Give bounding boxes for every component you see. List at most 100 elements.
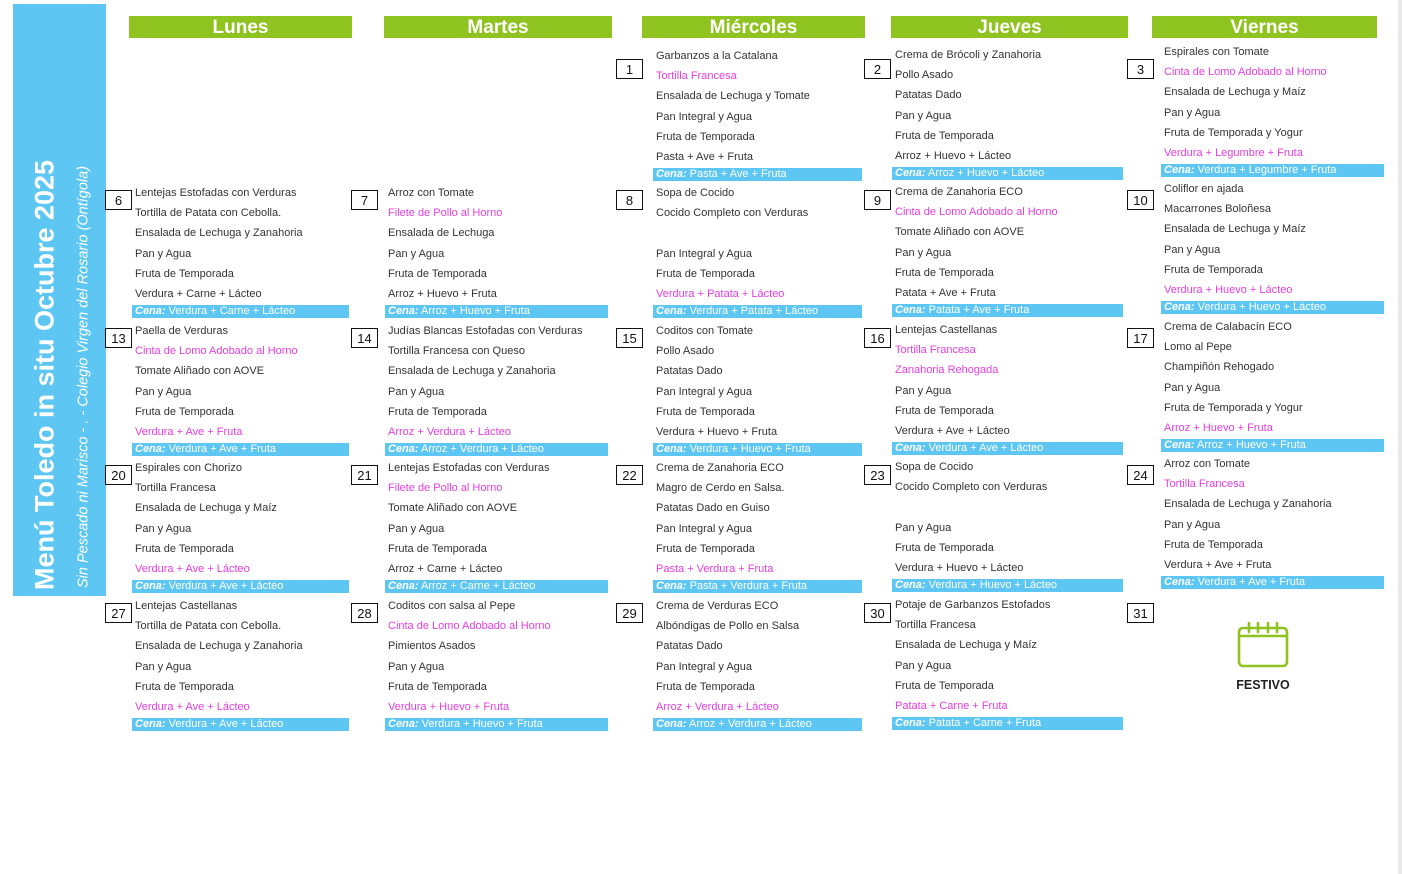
- cena-text: Verdura + Ave + Fruta: [1197, 576, 1306, 588]
- menu-item: Fruta de Temporada: [656, 267, 755, 280]
- day-number: 15: [616, 328, 643, 348]
- day-number: 31: [1127, 603, 1154, 623]
- day-number: 3: [1127, 59, 1154, 79]
- menu-item: Tortilla de Patata con Cebolla.: [135, 620, 282, 633]
- menu-item: Coditos con salsa al Pepe: [388, 600, 516, 612]
- cena-label: Cena:: [135, 305, 166, 317]
- menu-item: Arroz + Huevo + Fruta: [1164, 422, 1273, 434]
- cena-text: Arroz + Carne + Lácteo: [421, 580, 536, 592]
- menu-item: Pan y Agua: [388, 522, 445, 535]
- header-viernes: Viernes: [1152, 16, 1377, 38]
- menu-item: Arroz con Tomate: [1164, 458, 1251, 470]
- menu-item: Ensalada de Lechuga: [388, 227, 495, 240]
- menu-item: Fruta de Temporada: [388, 680, 487, 693]
- cena-label: Cena:: [1164, 439, 1195, 451]
- menu-item: Fruta de Temporada y Yogur: [1164, 401, 1303, 414]
- cena-label: Cena:: [388, 305, 419, 317]
- menu-item: Verdura + Ave + Fruta: [135, 426, 243, 438]
- menu-item: Verdura + Ave + Lácteo: [135, 701, 250, 713]
- day-number: 27: [105, 603, 132, 623]
- menu-item: Cinta de Lomo Adobado al Horno: [895, 206, 1058, 219]
- menu-item: Pan y Agua: [388, 385, 445, 398]
- festivo-marker: FESTIVO: [1233, 621, 1293, 692]
- day-number: 20: [105, 465, 132, 485]
- cena-label: Cena:: [1164, 301, 1195, 313]
- menu-item: Espirales con Tomate: [1164, 46, 1269, 58]
- cena-text: Patata + Carne + Fruta: [928, 717, 1042, 729]
- menu-item: Ensalada de Lechuga y Zanahoria: [1164, 498, 1332, 511]
- cena-text: Verdura + Carne + Lácteo: [168, 305, 296, 317]
- menu-item: Cocido Completo con Verduras: [656, 207, 809, 220]
- menu-item: Fruta de Temporada: [388, 542, 487, 555]
- menu-item: Ensalada de Lechuga y Maíz: [135, 502, 277, 515]
- menu-item: Fruta de Temporada: [656, 130, 755, 143]
- menu-item: Fruta de Temporada: [135, 267, 234, 280]
- scrollbar[interactable]: [1398, 0, 1402, 874]
- cena-label: Cena:: [895, 442, 926, 454]
- menu-item: Arroz con Tomate: [388, 187, 475, 199]
- menu-item: Pan y Agua: [895, 521, 952, 534]
- menu-item: Pan y Agua: [135, 522, 192, 535]
- cena-bar: Cena: Verdura + Ave + Fruta: [132, 443, 349, 456]
- menu-item: Fruta de Temporada: [656, 542, 755, 555]
- day-number: 23: [864, 465, 891, 485]
- menu-item: Tortilla Francesa: [895, 619, 976, 632]
- menu-item: Cinta de Lomo Adobado al Horno: [1164, 66, 1327, 79]
- menu-item: Tortilla Francesa: [895, 344, 976, 357]
- cena-text: Arroz + Verdura + Lácteo: [421, 443, 544, 455]
- menu-item: Fruta de Temporada: [895, 679, 994, 692]
- day-number: 21: [351, 465, 378, 485]
- menu-item: Magro de Cerdo en Salsa.: [656, 482, 785, 495]
- menu-item: Sopa de Cocido: [895, 461, 974, 473]
- day-number: 17: [1127, 328, 1154, 348]
- menu-item: Verdura + Carne + Lácteo: [135, 288, 262, 300]
- menu-item: Fruta de Temporada: [135, 680, 234, 693]
- cena-text: Verdura + Ave + Lácteo: [928, 442, 1044, 454]
- cena-bar: Cena: Verdura + Legumbre + Fruta: [1161, 164, 1384, 177]
- menu-item: Patata + Ave + Fruta: [895, 287, 996, 299]
- menu-item: Ensalada de Lechuga y Maíz: [1164, 86, 1306, 99]
- header-lunes: Lunes: [129, 16, 352, 38]
- menu-item: Crema de Zanahoria ECO: [895, 186, 1023, 198]
- menu-item: Arroz + Huevo + Lácteo: [895, 150, 1012, 162]
- day-number: 29: [616, 603, 643, 623]
- cena-text: Verdura + Huevo + Lácteo: [1197, 301, 1327, 313]
- menu-item: Arroz + Verdura + Lácteo: [388, 426, 511, 438]
- cena-bar: Cena: Arroz + Huevo + Fruta: [385, 305, 608, 318]
- menu-item: Zanahoria Rehogada: [895, 364, 999, 377]
- menu-item: Pasta + Verdura + Fruta: [656, 563, 774, 575]
- menu-item: Tomate Aliñado con AOVE: [895, 226, 1025, 239]
- day-number: 16: [864, 328, 891, 348]
- cena-bar: Cena: Arroz + Carne + Lácteo: [385, 580, 608, 593]
- menu-item: Ensalada de Lechuga y Maíz: [895, 639, 1037, 652]
- menu-item: Fruta de Temporada: [895, 404, 994, 417]
- menu-item: Filete de Pollo al Horno: [388, 207, 503, 220]
- menu-item: Cinta de Lomo Adobado al Horno: [135, 345, 298, 358]
- cena-label: Cena:: [1164, 576, 1195, 588]
- cena-bar: Cena: Pasta + Ave + Fruta: [653, 168, 862, 181]
- day-number: 30: [864, 603, 891, 623]
- cena-text: Patata + Ave + Fruta: [928, 304, 1030, 316]
- day-number: 24: [1127, 465, 1154, 485]
- menu-item: Pollo Asado: [656, 345, 715, 358]
- cena-text: Verdura + Huevo + Lácteo: [928, 579, 1058, 591]
- menu-item: Pan y Agua: [388, 660, 445, 673]
- menu-item: Pollo Asado: [895, 69, 954, 82]
- cena-label: Cena:: [656, 305, 687, 317]
- menu-item: Paella de Verduras: [135, 325, 228, 337]
- cena-bar: Cena: Verdura + Huevo + Lácteo: [892, 579, 1123, 592]
- menu-item: Potaje de Garbanzos Estofados: [895, 599, 1051, 611]
- menu-item: Ensalada de Lechuga y Zanahoria: [135, 640, 303, 653]
- header-martes: Martes: [384, 16, 612, 38]
- menu-item: Fruta de Temporada y Yogur: [1164, 126, 1303, 139]
- cena-label: Cena:: [656, 443, 687, 455]
- menu-item: Patatas Dado en Guiso: [656, 502, 770, 515]
- menu-item: Patatas Dado: [656, 640, 723, 653]
- menu-item: Pan y Agua: [895, 384, 952, 397]
- menu-item: Verdura + Huevo + Lácteo: [1164, 284, 1293, 296]
- menu-item: Pan Integral y Agua: [656, 110, 753, 123]
- menu-item: Ensalada de Lechuga y Zanahoria: [135, 227, 303, 240]
- cena-label: Cena:: [388, 718, 419, 730]
- menu-item: Pimientos Asados: [388, 640, 476, 653]
- menu-item: Pan y Agua: [135, 385, 192, 398]
